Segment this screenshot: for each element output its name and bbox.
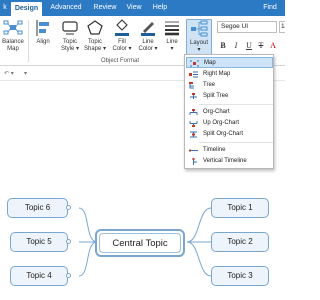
- topic-style-button[interactable]: Topic Style ▾: [58, 19, 82, 53]
- tab-review[interactable]: Review: [90, 0, 120, 16]
- tab-view[interactable]: View: [122, 0, 146, 16]
- menu-divider: [199, 142, 273, 143]
- line-color-label: Line Color ▾: [138, 39, 158, 52]
- balance-map-button[interactable]: Balance Map: [0, 19, 26, 53]
- ribbon-divider: [28, 20, 29, 62]
- underline-button[interactable]: U: [244, 41, 254, 50]
- connector-handle[interactable]: [66, 273, 71, 278]
- layout-dropdown-menu: Map Right Map Tree Split Tree Org-Chart …: [184, 54, 274, 169]
- layout-menu-item-vertical-timeline[interactable]: Vertical Timeline: [186, 156, 273, 167]
- layout-menu-item-split-tree[interactable]: Split Tree: [186, 91, 273, 102]
- vertical-timeline-layout-icon: [192, 158, 197, 165]
- topic-node[interactable]: Topic 5: [10, 232, 68, 252]
- topic-shape-button[interactable]: Topic Shape ▾: [83, 19, 107, 53]
- topic-node[interactable]: Topic 2: [211, 232, 269, 252]
- strikethrough-button[interactable]: T: [256, 41, 266, 50]
- topic-node[interactable]: Topic 4: [10, 266, 68, 286]
- font-name-box[interactable]: Segoe UI: [217, 21, 277, 33]
- pen-icon: [141, 22, 155, 36]
- redo-icon[interactable]: ▾: [24, 70, 27, 77]
- layout-menu-item-tree[interactable]: Tree: [186, 80, 273, 91]
- line-color-button[interactable]: Line Color ▾: [136, 19, 160, 53]
- topic-style-icon: [62, 21, 78, 35]
- right-map-layout-icon: [189, 71, 198, 78]
- layout-button[interactable]: Layout ▾: [186, 19, 212, 57]
- ribbon-tab-bar: k Design Advanced Review View Help Find: [0, 0, 285, 16]
- central-topic-label: Central Topic: [99, 233, 181, 253]
- tab-help[interactable]: Help: [149, 0, 171, 16]
- font-size-box[interactable]: 14: [279, 21, 285, 33]
- topic-node[interactable]: Topic 1: [211, 198, 269, 218]
- line-button[interactable]: Line ▾: [162, 19, 182, 53]
- layout-menu-item-org-chart[interactable]: Org-Chart: [186, 107, 273, 118]
- split-tree-layout-icon: [190, 93, 197, 99]
- topic-shape-icon: [87, 20, 103, 35]
- fill-color-button[interactable]: Fill Color ▾: [110, 19, 134, 53]
- ribbon-group-label: Object Format: [100, 58, 139, 64]
- layout-menu-item-map[interactable]: Map: [186, 57, 273, 68]
- topic-node[interactable]: Topic 3: [211, 266, 269, 286]
- paint-bucket-icon: [115, 19, 129, 36]
- layout-icon: [191, 20, 208, 37]
- line-weight-icon: [165, 21, 179, 36]
- topic-node[interactable]: Topic 6: [7, 198, 68, 218]
- line-label: Line ▾: [166, 39, 178, 52]
- layout-menu-item-up-org-chart[interactable]: Up Org-Chart: [186, 118, 273, 129]
- balance-map-icon: [3, 20, 23, 35]
- map-layout-icon: [190, 60, 199, 67]
- italic-button[interactable]: I: [231, 41, 241, 50]
- tab-design[interactable]: Design: [11, 2, 42, 16]
- layout-menu-item-right-map[interactable]: Right Map: [186, 69, 273, 80]
- tree-layout-icon: [189, 82, 194, 89]
- tab-file-partial[interactable]: k: [0, 0, 10, 16]
- layout-label: Layout ▾: [189, 40, 208, 53]
- timeline-layout-icon: [189, 149, 198, 152]
- align-label: Align: [36, 39, 50, 45]
- topic-style-label: Topic Style ▾: [60, 39, 80, 52]
- layout-menu-item-timeline[interactable]: Timeline: [186, 145, 273, 156]
- balance-map-label: Balance Map: [2, 39, 24, 52]
- split-org-chart-layout-icon: [190, 131, 197, 138]
- org-chart-layout-icon: [189, 109, 198, 115]
- central-topic-node[interactable]: Central Topic: [95, 229, 185, 257]
- bold-button[interactable]: B: [218, 41, 228, 50]
- tab-find[interactable]: Find: [258, 0, 282, 16]
- fill-color-label: Fill Color ▾: [112, 39, 132, 52]
- topic-shape-label: Topic Shape ▾: [83, 39, 107, 52]
- connector-handle[interactable]: [66, 239, 71, 244]
- up-org-chart-layout-icon: [189, 121, 198, 127]
- app-window: k Design Advanced Review View Help Find …: [0, 0, 285, 300]
- align-button[interactable]: Align: [32, 19, 54, 46]
- undo-icon[interactable]: ↶ ▾: [4, 70, 14, 77]
- tab-advanced[interactable]: Advanced: [47, 0, 85, 16]
- layout-menu-item-split-org-chart[interactable]: Split Org-Chart: [186, 129, 273, 140]
- connector-handle[interactable]: [66, 205, 71, 210]
- menu-divider: [199, 104, 273, 105]
- font-color-button[interactable]: A: [268, 41, 278, 50]
- align-icon: [36, 20, 49, 36]
